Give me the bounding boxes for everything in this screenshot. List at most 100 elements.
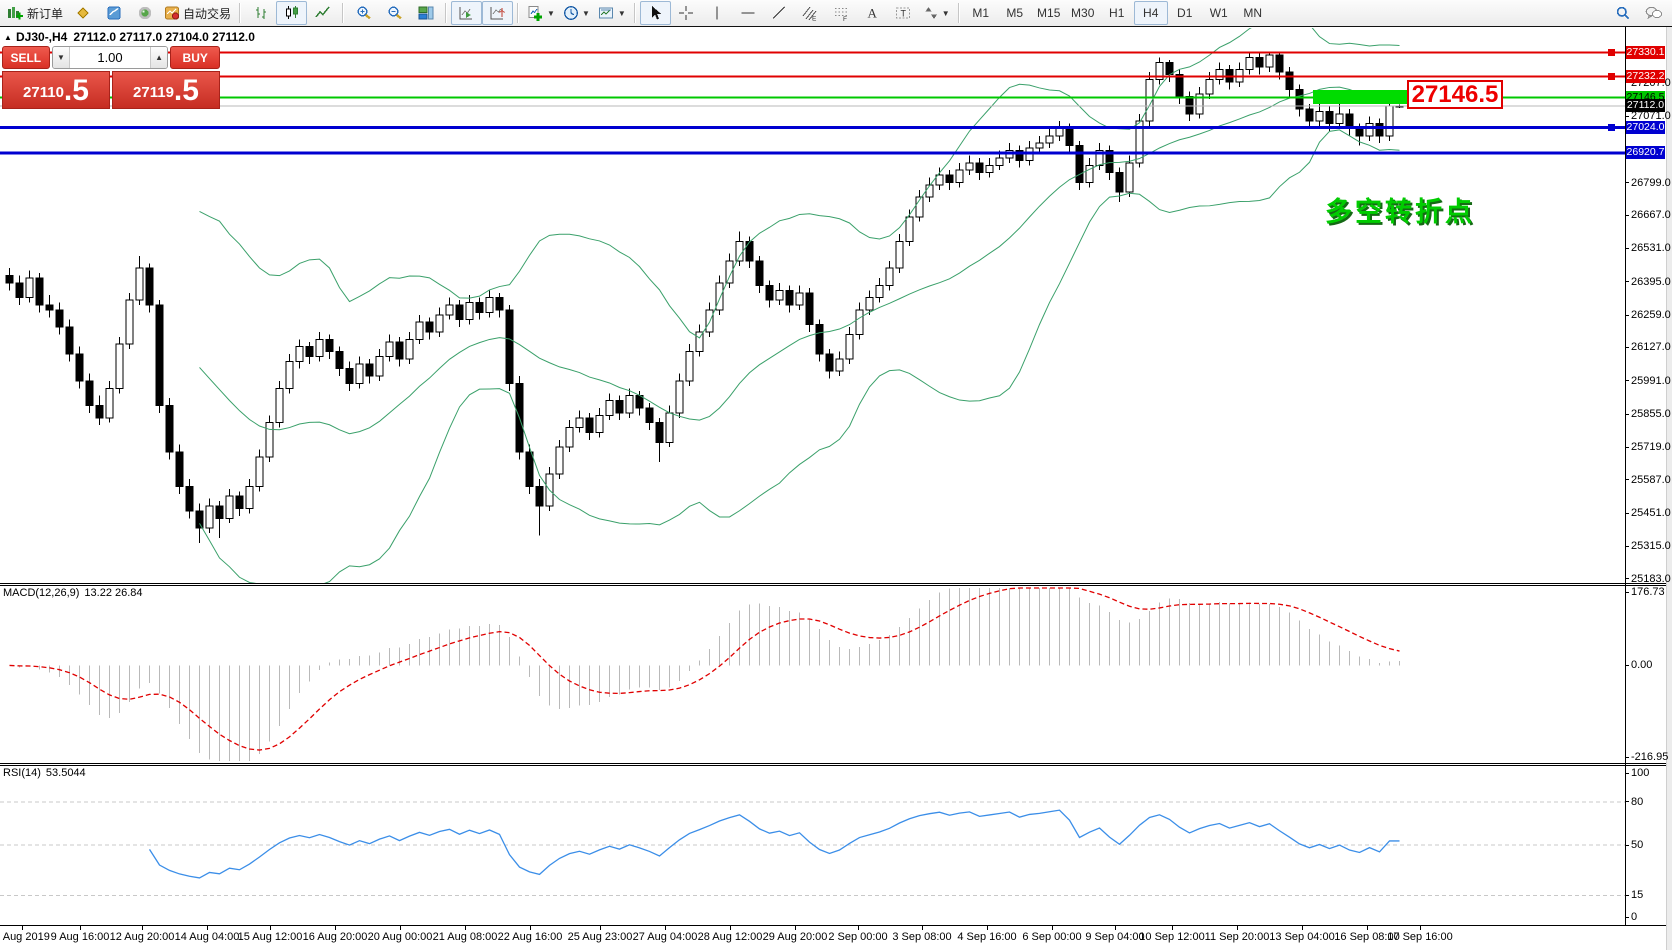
arrows-button[interactable]: ▼ (919, 1, 954, 25)
volume-input[interactable]: 1.00 (70, 47, 149, 68)
rsi-indicator-label: RSI(14)53.5044 (3, 767, 86, 779)
cursor-icon (647, 5, 663, 21)
scale-tick: 26259.0 (1626, 309, 1671, 321)
toolbar: 新订单 自动交易 ▼ ▼ ▼ E FAT ▼ M1 M5 M15M30H1H4D1W1 MN (0, 0, 1672, 27)
volume-decrease-button[interactable]: ▼ (53, 47, 71, 68)
horizontal-line-button[interactable] (733, 1, 764, 25)
tf-m5-label: M5 (1006, 6, 1023, 20)
channel-button[interactable]: E (795, 1, 826, 25)
text-button[interactable]: A (857, 1, 888, 25)
bar-chart-button[interactable] (245, 1, 276, 25)
time-tick (730, 926, 731, 930)
time-tick (1052, 926, 1053, 930)
caret-down-icon[interactable]: ▼ (618, 9, 626, 18)
scale-tick: 50 (1626, 839, 1643, 851)
market-watch-icon (75, 5, 91, 21)
main-chart[interactable] (0, 28, 1625, 583)
periods-button[interactable]: ▼ (559, 1, 594, 25)
tf-d1-button[interactable]: D1 (1168, 1, 1202, 25)
fibonacci-button[interactable]: F (826, 1, 857, 25)
trendline-button[interactable] (764, 1, 795, 25)
sound-button[interactable] (129, 1, 160, 25)
auto-trading-button[interactable]: 自动交易 (160, 1, 235, 25)
buy-price[interactable]: 27119.5 (112, 71, 220, 109)
annotation-text[interactable]: 多空转折点 (1325, 190, 1475, 229)
time-axis[interactable]: 8 Aug 20199 Aug 16:0012 Aug 20:0014 Aug … (0, 926, 1625, 950)
tf-mn-button[interactable]: MN (1236, 1, 1270, 25)
trendline-icon (771, 5, 787, 21)
tf-mn-label: MN (1243, 6, 1262, 20)
time-label: 15 Aug 12:00 (238, 931, 303, 943)
scale-tick: 25183.0 (1626, 573, 1671, 585)
price-scale[interactable]: 27207.027071.026799.026667.026531.026395… (1626, 0, 1666, 950)
tf-m15-button[interactable]: M15 (1032, 1, 1066, 25)
auto-scroll-icon (458, 5, 475, 21)
macd-indicator-label: MACD(12,26,9)13.22 26.84 (3, 587, 143, 599)
cursor-button[interactable] (640, 1, 671, 25)
svg-text:E: E (812, 16, 817, 22)
time-label: 4 Sep 16:00 (957, 931, 1016, 943)
line-chart-button[interactable] (307, 1, 338, 25)
new-order-button[interactable]: 新订单 (3, 1, 67, 25)
sell-button[interactable]: SELL (2, 46, 50, 69)
volume-increase-button[interactable]: ▲ (150, 47, 168, 68)
vertical-line-button[interactable] (702, 1, 733, 25)
macd-histogram (20, 588, 1400, 761)
tf-w1-button[interactable]: W1 (1202, 1, 1236, 25)
time-label: 28 Aug 12:00 (698, 931, 763, 943)
templates-button[interactable]: ▼ (594, 1, 630, 25)
market-watch-button[interactable] (67, 1, 98, 25)
tf-h1-button[interactable]: H1 (1100, 1, 1134, 25)
auto-scroll-button[interactable] (451, 1, 482, 25)
chart-shift-button[interactable] (482, 1, 513, 25)
candlestick-chart-icon (284, 5, 300, 21)
tf-m30-button[interactable]: M30 (1066, 1, 1100, 25)
scale-tick: 176.73 (1626, 586, 1665, 598)
toolbar-separator (634, 3, 636, 23)
collapse-panel-icon[interactable]: ▲ (4, 33, 12, 42)
tile-windows-icon (418, 5, 434, 21)
price-badge: 27024.0 (1626, 121, 1665, 134)
time-tick (987, 926, 988, 930)
price-badge: 27330.1 (1626, 46, 1665, 59)
scale-tick: 25855.0 (1626, 408, 1671, 420)
pane-separator (0, 583, 1672, 584)
buy-price-main: 27119 (133, 80, 174, 106)
vertical-line-icon (709, 5, 725, 21)
time-tick (1420, 926, 1421, 930)
buy-button[interactable]: BUY (170, 46, 220, 69)
time-tick (1302, 926, 1303, 930)
time-label: 11 Sep 20:00 (1205, 931, 1270, 943)
tf-m1-button[interactable]: M1 (964, 1, 998, 25)
candlestick-chart-button[interactable] (276, 1, 307, 25)
data-window-button[interactable] (98, 1, 129, 25)
caret-down-icon[interactable]: ▼ (582, 9, 590, 18)
tf-h4-button[interactable]: H4 (1134, 1, 1168, 25)
caret-down-icon[interactable]: ▼ (547, 9, 555, 18)
price-callout-box[interactable]: 27146.5 (1407, 80, 1503, 109)
sell-price[interactable]: 27110.5 (2, 71, 110, 109)
tile-windows-button[interactable] (410, 1, 441, 25)
pane-separator (0, 765, 1672, 766)
time-tick (1115, 926, 1116, 930)
trading-terminal-window: 新订单 自动交易 ▼ ▼ ▼ E FAT ▼ M1 M5 M15M30H1H4D1W1 MN 2720… (0, 0, 1672, 950)
macd-pane[interactable] (0, 586, 1625, 763)
time-tick (858, 926, 859, 930)
zoom-out-icon (387, 5, 403, 21)
text-label-button[interactable]: T (888, 1, 919, 25)
time-tick (22, 926, 23, 930)
auto-trading-icon (164, 5, 180, 21)
indicators-button[interactable]: ▼ (523, 1, 559, 25)
time-tick (270, 926, 271, 930)
one-click-trading-panel: SELL ▼ 1.00 ▲ BUY 27110.5 27119.5 (2, 46, 220, 109)
tf-m5-button[interactable]: M5 (998, 1, 1032, 25)
zoom-out-button[interactable] (379, 1, 410, 25)
pane-separator (0, 585, 1672, 586)
time-tick (142, 926, 143, 930)
scale-tick: 0 (1626, 911, 1637, 923)
zoom-in-button[interactable] (348, 1, 379, 25)
rsi-pane[interactable] (0, 766, 1625, 924)
price-badge: 27112.0 (1626, 99, 1665, 112)
crosshair-button[interactable] (671, 1, 702, 25)
caret-down-icon[interactable]: ▼ (942, 9, 950, 18)
